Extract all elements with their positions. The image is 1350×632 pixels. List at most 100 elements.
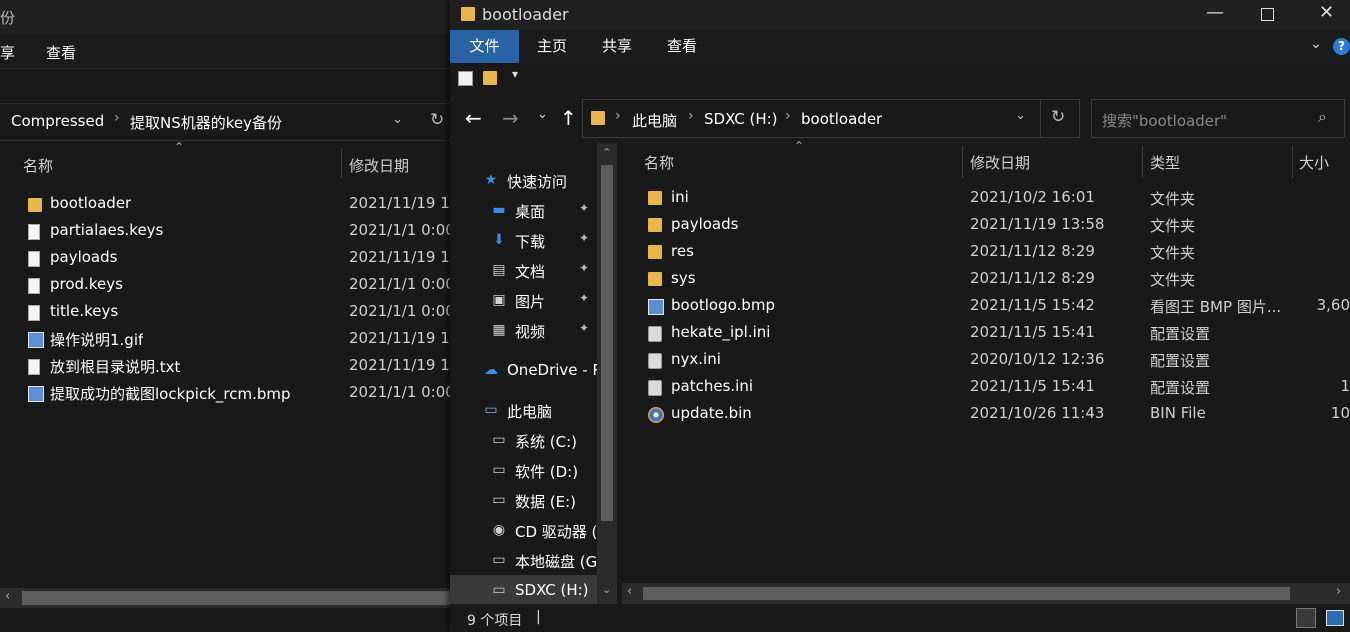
breadcrumb-separator-icon: ›	[114, 110, 120, 126]
back-arrow-icon[interactable]: ←	[465, 106, 482, 130]
list-item[interactable]: title.keys 2021/1/1 0:00	[0, 300, 450, 327]
breadcrumb-item[interactable]: 提取NS机器的key备份	[130, 112, 282, 133]
table-row[interactable]: res 2021/11/12 8:29 文件夹	[622, 240, 1350, 267]
back-ribbon-tab-view[interactable]: 查看	[46, 42, 76, 63]
nav-item[interactable]: ▭ SDXC (H:)	[450, 575, 597, 605]
column-header-type[interactable]: 类型	[1150, 152, 1180, 173]
breadcrumb-this-pc[interactable]: 此电脑	[632, 110, 677, 131]
nav-item[interactable]: ▭ 数据 (E:)	[450, 485, 597, 515]
scroll-down-icon[interactable]: ⌄	[602, 583, 611, 596]
minimize-icon[interactable]: —	[1206, 2, 1224, 23]
nav-item[interactable]: ▭ 本地磁盘 (G:	[450, 545, 597, 575]
column-header-name[interactable]: 名称	[23, 155, 53, 176]
breadcrumb-item[interactable]: Compressed	[11, 112, 104, 130]
new-folder-icon[interactable]	[483, 71, 497, 85]
pin-icon[interactable]: ✦	[579, 291, 589, 305]
up-arrow-icon[interactable]: ↑	[560, 106, 577, 130]
list-item[interactable]: prod.keys 2021/1/1 0:00	[0, 273, 450, 300]
details-view-icon[interactable]	[1296, 608, 1316, 628]
file-size: 10	[1330, 404, 1350, 422]
table-row[interactable]: bootlogo.bmp 2021/11/5 15:42 看图王 BMP 图片...…	[622, 294, 1350, 321]
nav-item[interactable]: ▭ 软件 (D:)	[450, 455, 597, 485]
nav-item[interactable]: ▤ 文档 ✦	[450, 255, 597, 285]
breadcrumb-current[interactable]: bootloader	[801, 110, 882, 128]
file-name: 操作说明1.gif	[50, 331, 144, 349]
breadcrumb-drive[interactable]: SDXC (H:)	[704, 110, 778, 128]
scroll-thumb[interactable]	[643, 587, 1290, 600]
table-row[interactable]: hekate_ipl.ini 2021/11/5 15:41 配置设置	[622, 321, 1350, 348]
back-horizontal-scrollbar[interactable]: ‹	[0, 588, 450, 608]
nav-item[interactable]: ◉ CD 驱动器 (I	[450, 515, 597, 545]
nav-item[interactable]: ▬ 桌面 ✦	[450, 195, 597, 225]
table-row[interactable]: payloads 2021/11/19 13:58 文件夹	[622, 213, 1350, 240]
column-header-date[interactable]: 修改日期	[970, 152, 1030, 173]
back-ribbon-tab-share[interactable]: 享	[0, 42, 15, 63]
chevron-down-icon[interactable]: ⌄	[392, 112, 403, 127]
address-dropdown-icon[interactable]: ⌄	[1015, 108, 1026, 123]
pin-icon[interactable]: ✦	[579, 201, 589, 215]
nav-item[interactable]: ★ 快速访问	[450, 165, 597, 195]
tab-share[interactable]: 共享	[590, 30, 644, 63]
search-box[interactable]: 搜索"bootloader" ⌕	[1091, 99, 1345, 138]
column-divider[interactable]	[1292, 146, 1293, 178]
table-row[interactable]: patches.ini 2021/11/5 15:41 配置设置 1	[622, 375, 1350, 402]
large-icons-view-icon[interactable]	[1326, 610, 1344, 626]
nav-item[interactable]: ▦ 视频 ✦	[450, 315, 597, 345]
file-type: 配置设置	[1150, 325, 1211, 343]
column-divider[interactable]	[1142, 146, 1143, 178]
pin-icon[interactable]: ✦	[579, 231, 589, 245]
list-item[interactable]: partialaes.keys 2021/1/1 0:00	[0, 219, 450, 246]
refresh-icon[interactable]: ↻	[430, 110, 444, 130]
scroll-up-icon[interactable]: ⌃	[602, 146, 611, 159]
column-divider[interactable]	[962, 146, 963, 178]
horizontal-scrollbar[interactable]: ‹ ›	[622, 583, 1350, 604]
back-address-bar[interactable]: Compressed › 提取NS机器的key备份 ⌄ ↻	[0, 103, 450, 141]
chevron-down-icon[interactable]: ⌄	[1310, 36, 1322, 52]
scroll-thumb[interactable]	[601, 165, 613, 521]
forward-arrow-icon[interactable]: →	[502, 106, 519, 130]
column-divider[interactable]	[341, 148, 342, 178]
nav-item[interactable]: ▣ 图片 ✦	[450, 285, 597, 315]
help-icon[interactable]: ?	[1333, 38, 1350, 55]
pin-icon[interactable]: ✦	[579, 321, 589, 335]
properties-icon[interactable]	[458, 71, 473, 86]
tab-view[interactable]: 查看	[655, 30, 709, 63]
list-item[interactable]: 提取成功的截图lockpick_rcm.bmp 2021/1/1 0:00	[0, 381, 450, 408]
column-header-date[interactable]: 修改日期	[349, 155, 409, 176]
nav-item[interactable]: ⬇ 下载 ✦	[450, 225, 597, 255]
customize-toolbar-icon[interactable]: ▾	[512, 67, 518, 81]
table-row[interactable]: update.bin 2021/10/26 11:43 BIN File 10	[622, 402, 1350, 429]
refresh-icon[interactable]: ↻	[1051, 107, 1065, 127]
nav-item[interactable]: ▭ 系统 (C:)	[450, 425, 597, 455]
search-icon[interactable]: ⌕	[1318, 107, 1327, 127]
file-size: 1	[1340, 377, 1350, 395]
scroll-thumb[interactable]	[22, 591, 450, 605]
scroll-right-icon[interactable]: ›	[1336, 584, 1341, 599]
scroll-left-icon[interactable]: ‹	[627, 584, 632, 599]
pin-icon[interactable]: ✦	[579, 261, 589, 275]
list-item[interactable]: bootloader 2021/11/19 13	[0, 192, 450, 219]
close-icon[interactable]: ✕	[1319, 2, 1334, 23]
address-bar[interactable]: › 此电脑 › SDXC (H:) › bootloader ⌄ ↻	[582, 99, 1080, 138]
scroll-left-icon[interactable]: ‹	[5, 589, 10, 604]
drive-icon: ▭	[492, 552, 506, 568]
list-item[interactable]: 操作说明1.gif 2021/11/19 14	[0, 327, 450, 354]
list-item[interactable]: payloads 2021/11/19 13	[0, 246, 450, 273]
nav-item[interactable]: ☁ OneDrive - P	[450, 355, 597, 385]
nav-item[interactable]: ▭ 此电脑	[450, 395, 597, 425]
table-row[interactable]: sys 2021/11/12 8:29 文件夹	[622, 267, 1350, 294]
tab-label: 文件	[469, 37, 500, 55]
file-size: 3,60	[1316, 296, 1350, 314]
column-header-size[interactable]: 大小	[1299, 152, 1329, 173]
tab-file[interactable]: 文件	[450, 30, 519, 63]
recent-locations-icon[interactable]: ⌄	[537, 107, 548, 122]
list-item[interactable]: 放到根目录说明.txt 2021/11/19 14	[0, 354, 450, 381]
column-header-name[interactable]: 名称	[644, 152, 674, 173]
nav-item-label: SDXC (H:)	[515, 581, 589, 599]
table-row[interactable]: nyx.ini 2020/10/12 12:36 配置设置	[622, 348, 1350, 375]
maximize-icon[interactable]	[1261, 8, 1274, 21]
config-icon	[648, 353, 662, 369]
tab-home[interactable]: 主页	[525, 30, 579, 63]
nav-vertical-scrollbar[interactable]: ⌃ ⌄	[597, 143, 617, 604]
table-row[interactable]: ini 2021/10/2 16:01 文件夹	[622, 186, 1350, 213]
